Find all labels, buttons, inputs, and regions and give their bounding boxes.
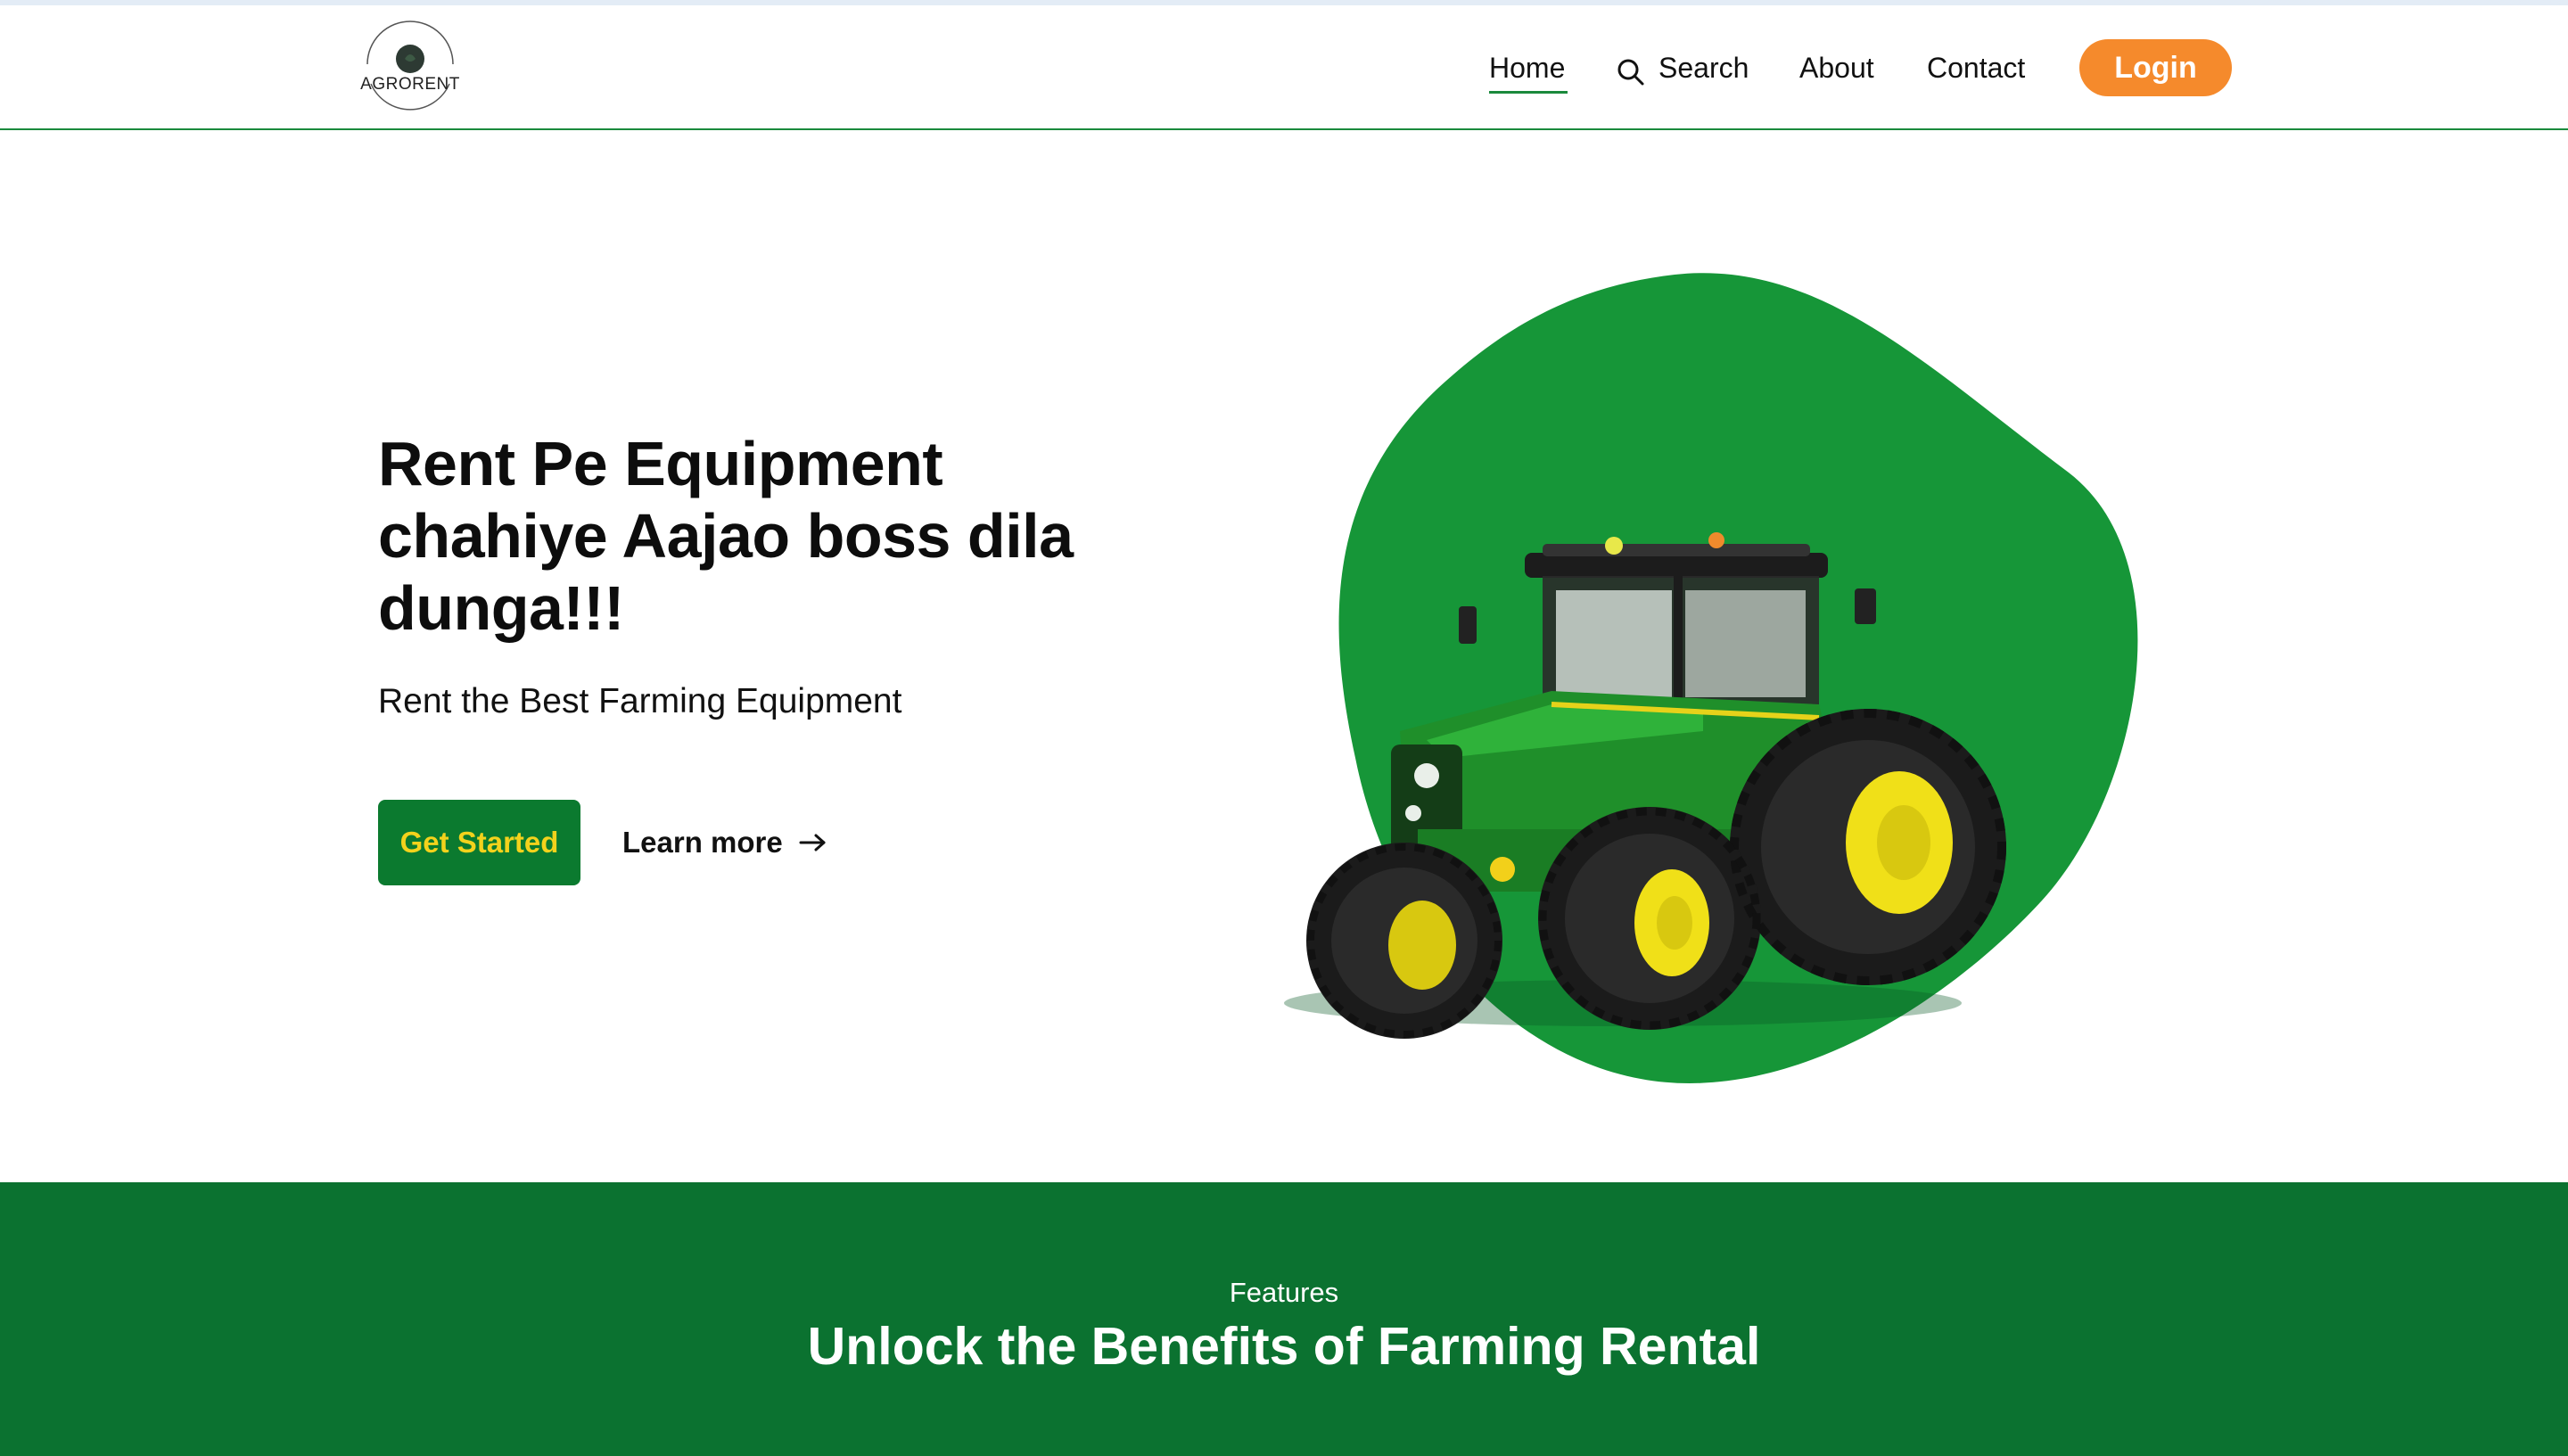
arrow-right-icon (799, 834, 826, 851)
tractor-illustration (1284, 273, 2138, 1083)
features-title: Unlock the Benefits of Farming Rental (807, 1317, 1761, 1376)
features-section: Features Unlock the Benefits of Farming … (0, 1182, 2568, 1456)
learn-more-label: Learn more (622, 826, 783, 859)
features-eyebrow: Features (1229, 1277, 1339, 1308)
login-button[interactable]: Login (2079, 39, 2232, 96)
search-icon[interactable] (1616, 57, 1646, 87)
site-header: AGRORENT Home Search About Contact Login (0, 5, 2568, 130)
nav-home-active-indicator (1489, 91, 1568, 94)
nav-search[interactable]: Search (1658, 52, 1749, 85)
get-started-button[interactable]: Get Started (378, 800, 580, 885)
hero-title: Rent Pe Equipment chahiye Aajao boss dil… (378, 429, 1074, 643)
brand-name: AGRORENT (360, 75, 460, 94)
hero-subtitle: Rent the Best Farming Equipment (378, 682, 902, 720)
nav-about[interactable]: About (1799, 52, 1874, 85)
nav-home[interactable]: Home (1489, 52, 1565, 85)
nav-contact[interactable]: Contact (1927, 52, 2025, 85)
logo-icon[interactable] (360, 20, 460, 119)
learn-more-link[interactable]: Learn more (622, 825, 827, 860)
